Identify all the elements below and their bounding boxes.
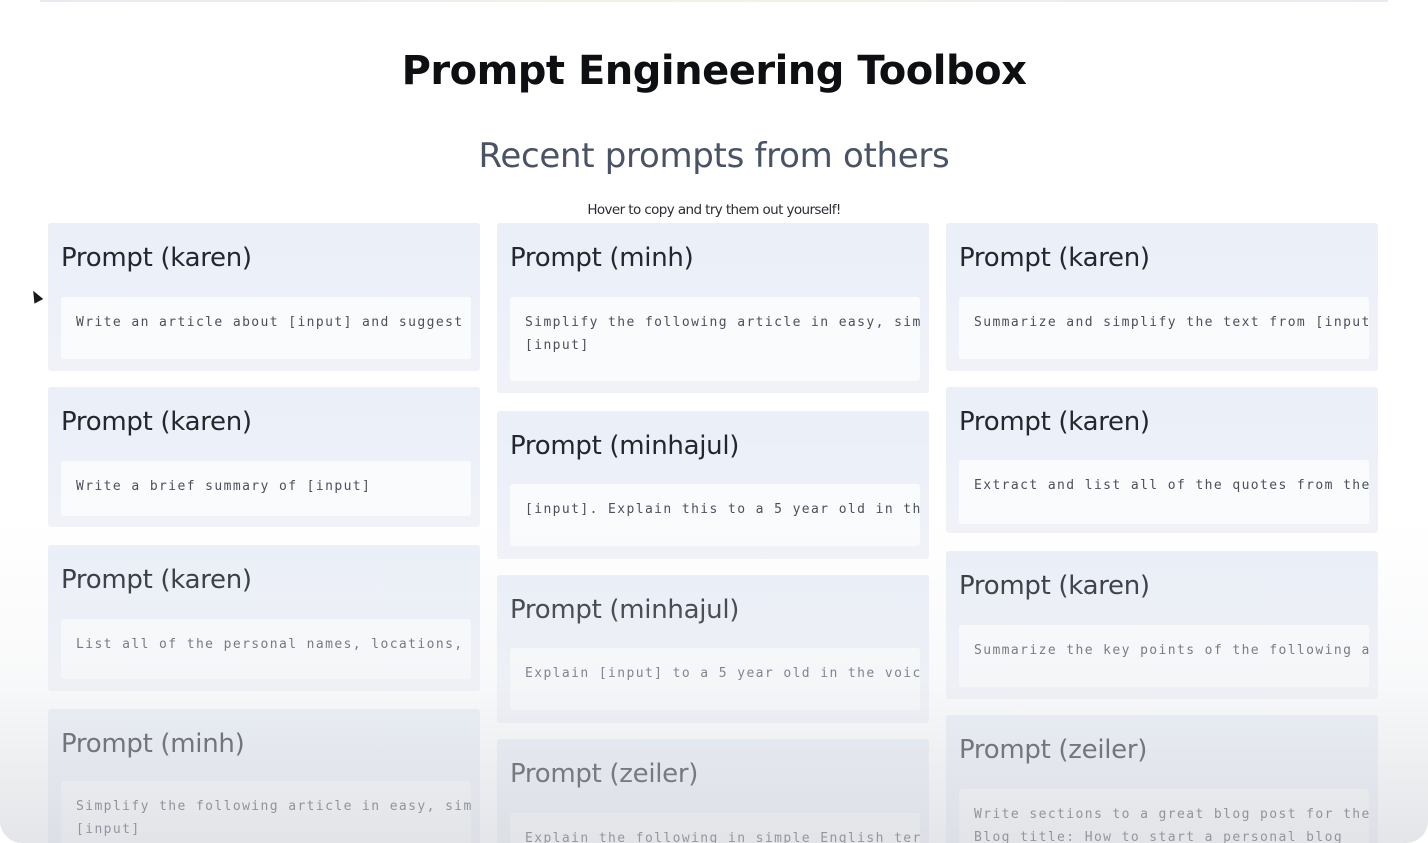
prompt-card[interactable]: Prompt (zeiler) Explain the following in…	[497, 739, 929, 843]
prompt-text[interactable]: Explain [input] to a 5 year old in the v…	[510, 648, 920, 710]
prompt-card-title: Prompt (karen)	[61, 407, 252, 437]
prompt-card-title: Prompt (minh)	[510, 243, 694, 273]
prompt-card-title: Prompt (minhajul)	[510, 595, 740, 625]
prompt-card[interactable]: Prompt (karen) List all of the personal …	[48, 545, 480, 691]
mouse-cursor-icon	[28, 288, 44, 304]
prompt-text[interactable]: Simplify the following article in easy, …	[510, 297, 920, 381]
prompt-text[interactable]: Summarize and simplify the text from [in…	[959, 297, 1369, 359]
prompt-card[interactable]: Prompt (karen) Extract and list all of t…	[946, 387, 1378, 533]
prompt-card-title: Prompt (karen)	[959, 407, 1150, 437]
page: Prompt Engineering Toolbox Recent prompt…	[0, 0, 1428, 843]
prompt-card[interactable]: Prompt (karen) Summarize and simplify th…	[946, 223, 1378, 371]
hover-hint: Hover to copy and try them out yourself!	[587, 202, 841, 218]
prompt-text[interactable]: Write a brief summary of [input]	[61, 461, 471, 516]
prompt-text[interactable]: Simplify the following article in easy, …	[61, 781, 471, 843]
prompt-card[interactable]: Prompt (minh) Simplify the following art…	[497, 223, 929, 393]
prompt-card-title: Prompt (karen)	[61, 243, 252, 273]
prompt-card[interactable]: Prompt (karen) Write a brief summary of …	[48, 387, 480, 527]
section-subtitle: Recent prompts from others	[478, 136, 950, 176]
prompt-card-title: Prompt (karen)	[959, 243, 1150, 273]
prompt-card[interactable]: Prompt (karen) Summarize the key points …	[946, 551, 1378, 699]
prompt-card[interactable]: Prompt (minh) Simplify the following art…	[48, 709, 480, 843]
prompt-card-title: Prompt (minh)	[61, 729, 245, 759]
prompt-text[interactable]: List all of the personal names, location…	[61, 619, 471, 679]
prompt-card[interactable]: Prompt (minhajul) Explain [input] to a 5…	[497, 575, 929, 723]
prompt-card[interactable]: Prompt (minhajul) [input]. Explain this …	[497, 411, 929, 559]
prompt-text[interactable]: Write sections to a great blog post for …	[959, 789, 1369, 843]
prompt-card-title: Prompt (karen)	[959, 571, 1150, 601]
prompt-card[interactable]: Prompt (zeiler) Write sections to a grea…	[946, 715, 1378, 843]
prompt-card[interactable]: Prompt (karen) Write an article about [i…	[48, 223, 480, 371]
top-divider	[40, 0, 1388, 2]
prompt-card-title: Prompt (zeiler)	[959, 735, 1148, 765]
prompt-text[interactable]: Write an article about [input] and sugge…	[61, 297, 471, 359]
prompt-text[interactable]: Explain the following in simple English …	[510, 813, 920, 843]
prompt-text[interactable]: Summarize the key points of the followin…	[959, 625, 1369, 687]
prompt-card-title: Prompt (karen)	[61, 565, 252, 595]
prompt-card-title: Prompt (zeiler)	[510, 759, 699, 789]
prompt-text[interactable]: Extract and list all of the quotes from …	[959, 460, 1369, 524]
page-title: Prompt Engineering Toolbox	[401, 48, 1027, 94]
prompt-card-title: Prompt (minhajul)	[510, 431, 740, 461]
prompt-text[interactable]: [input]. Explain this to a 5 year old in…	[510, 484, 920, 546]
